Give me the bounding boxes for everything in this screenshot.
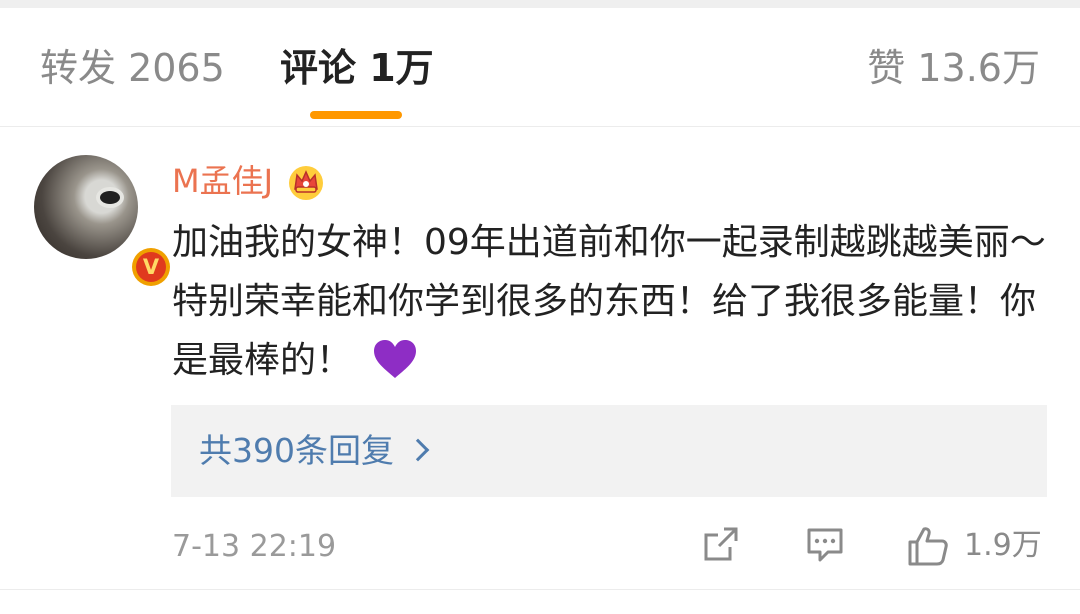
like-button[interactable]: 1.9万 xyxy=(906,523,1042,569)
avatar[interactable]: V xyxy=(34,155,170,286)
comment-body: 加油我的女神！09年出道前和你一起录制越跳越美丽～特别荣幸能和你学到很多的东西！… xyxy=(172,222,1046,381)
username-row: M孟佳J xyxy=(172,159,325,203)
top-divider-bar xyxy=(0,0,1080,8)
like-count: 1.9万 xyxy=(964,528,1042,563)
avatar-cat-eye xyxy=(100,191,120,204)
replies-label: 共390条回复 xyxy=(199,431,394,470)
reply-button[interactable] xyxy=(804,523,846,569)
thumbs-up-icon xyxy=(908,527,948,566)
verified-v-icon: V xyxy=(136,252,166,282)
tab-likes[interactable]: 赞 13.6万 xyxy=(867,44,1040,92)
bottom-divider xyxy=(0,589,1080,590)
replies-box[interactable]: 共390条回复 xyxy=(171,405,1047,497)
comment-text: 加油我的女神！09年出道前和你一起录制越跳越美丽～特别荣幸能和你学到很多的东西！… xyxy=(172,213,1052,390)
comment-bubble-icon xyxy=(807,528,843,562)
comment-timestamp: 7-13 22:19 xyxy=(172,529,337,564)
active-tab-indicator xyxy=(310,111,402,119)
crown-icon xyxy=(289,166,324,200)
username[interactable]: M孟佳J xyxy=(172,159,273,203)
share-icon xyxy=(704,527,738,561)
purple-heart-icon xyxy=(374,340,417,378)
comment-item: V M孟佳J 加油我的女神！09年出道前和你一起录制越跳越美丽～特别荣幸能和你学… xyxy=(0,127,1080,614)
comment-tabs: 转发 2065 评论 1万 赞 13.6万 xyxy=(0,8,1080,127)
share-button[interactable] xyxy=(700,523,742,569)
view-replies-link[interactable]: 共390条回复 xyxy=(199,429,430,473)
tab-comments[interactable]: 评论 1万 xyxy=(280,44,434,92)
verified-badge: V xyxy=(132,248,170,286)
tab-forwards[interactable]: 转发 2065 xyxy=(40,44,225,92)
chevron-right-icon xyxy=(406,438,430,462)
